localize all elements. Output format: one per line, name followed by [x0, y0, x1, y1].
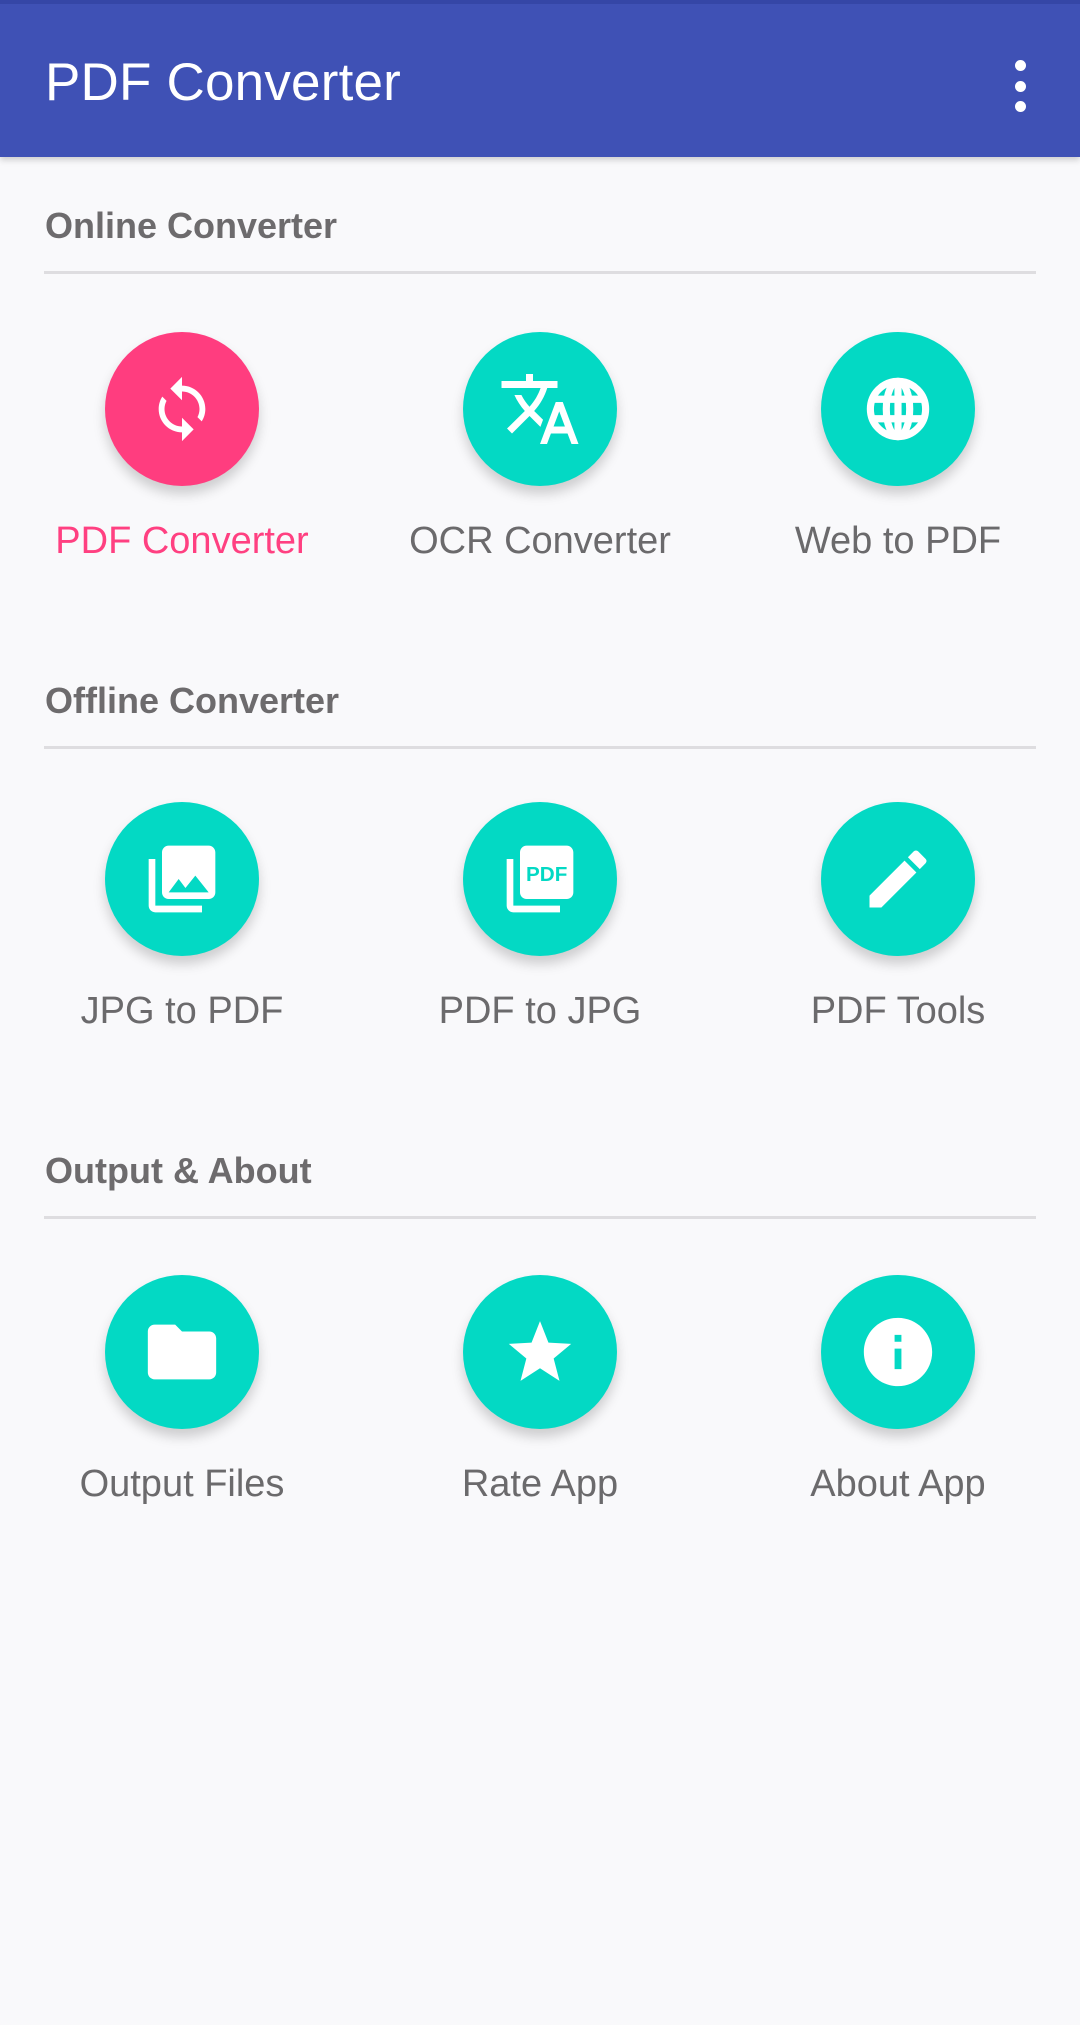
pdf-tools-button[interactable]: [821, 802, 975, 956]
pdf-library-icon: PDF: [506, 845, 574, 913]
more-vert-icon-dot: [1014, 80, 1026, 92]
pdf-converter-button[interactable]: [105, 332, 259, 486]
tile-pdf-to-jpg[interactable]: PDF PDF to JPG: [361, 802, 719, 1062]
tile-web-to-pdf[interactable]: Web to PDF: [719, 332, 1077, 592]
translate-icon: [501, 374, 579, 444]
tile-label: Web to PDF: [794, 520, 1002, 562]
tile-jpg-to-pdf[interactable]: JPG to PDF: [3, 802, 361, 1062]
sync-icon: [158, 376, 206, 442]
ocr-converter-button[interactable]: [463, 332, 617, 486]
tile-label: PDF Tools: [810, 990, 986, 1032]
section-title-offline-converter: Offline Converter: [45, 680, 340, 721]
star-icon: [508, 1321, 572, 1381]
tile-label: PDF to JPG: [438, 990, 642, 1032]
tile-about-app[interactable]: About App: [719, 1275, 1077, 1535]
tile-label: Output Files: [79, 1463, 285, 1505]
web-to-pdf-button[interactable]: [821, 332, 975, 486]
folder-icon: [147, 1324, 217, 1380]
more-options-button[interactable]: [1000, 56, 1040, 116]
section-divider: [44, 271, 1036, 274]
svg-text:PDF: PDF: [526, 863, 567, 886]
pencil-icon: [869, 850, 927, 908]
tile-label: Rate App: [461, 1463, 619, 1505]
more-vert-icon-dot: [1014, 60, 1026, 71]
tile-output-files[interactable]: Output Files: [3, 1275, 361, 1535]
tile-label: PDF Converter: [55, 520, 309, 562]
jpg-to-pdf-button[interactable]: [105, 802, 259, 956]
info-icon: [863, 1317, 933, 1387]
about-app-button[interactable]: [821, 1275, 975, 1429]
section-title-online-converter: Online Converter: [45, 205, 338, 246]
output-files-button[interactable]: [105, 1275, 259, 1429]
tile-label: About App: [810, 1463, 986, 1505]
tile-label: JPG to PDF: [80, 990, 284, 1032]
tile-pdf-tools[interactable]: PDF Tools: [719, 802, 1077, 1062]
photo-library-icon: [148, 845, 216, 913]
rate-app-button[interactable]: [463, 1275, 617, 1429]
more-vert-icon-dot: [1014, 101, 1026, 112]
tile-rate-app[interactable]: Rate App: [361, 1275, 719, 1535]
section-title-output-about: Output & About: [45, 1150, 312, 1191]
tile-label: OCR Converter: [409, 520, 671, 562]
globe-icon: [866, 377, 930, 441]
pdf-to-jpg-button[interactable]: PDF: [463, 802, 617, 956]
tile-pdf-converter[interactable]: PDF Converter: [3, 332, 361, 592]
section-divider: [44, 1216, 1036, 1219]
app-bar: PDF Converter: [0, 0, 1080, 157]
tile-ocr-converter[interactable]: OCR Converter: [361, 332, 719, 592]
app-title: PDF Converter: [45, 53, 402, 112]
section-divider: [44, 746, 1036, 749]
